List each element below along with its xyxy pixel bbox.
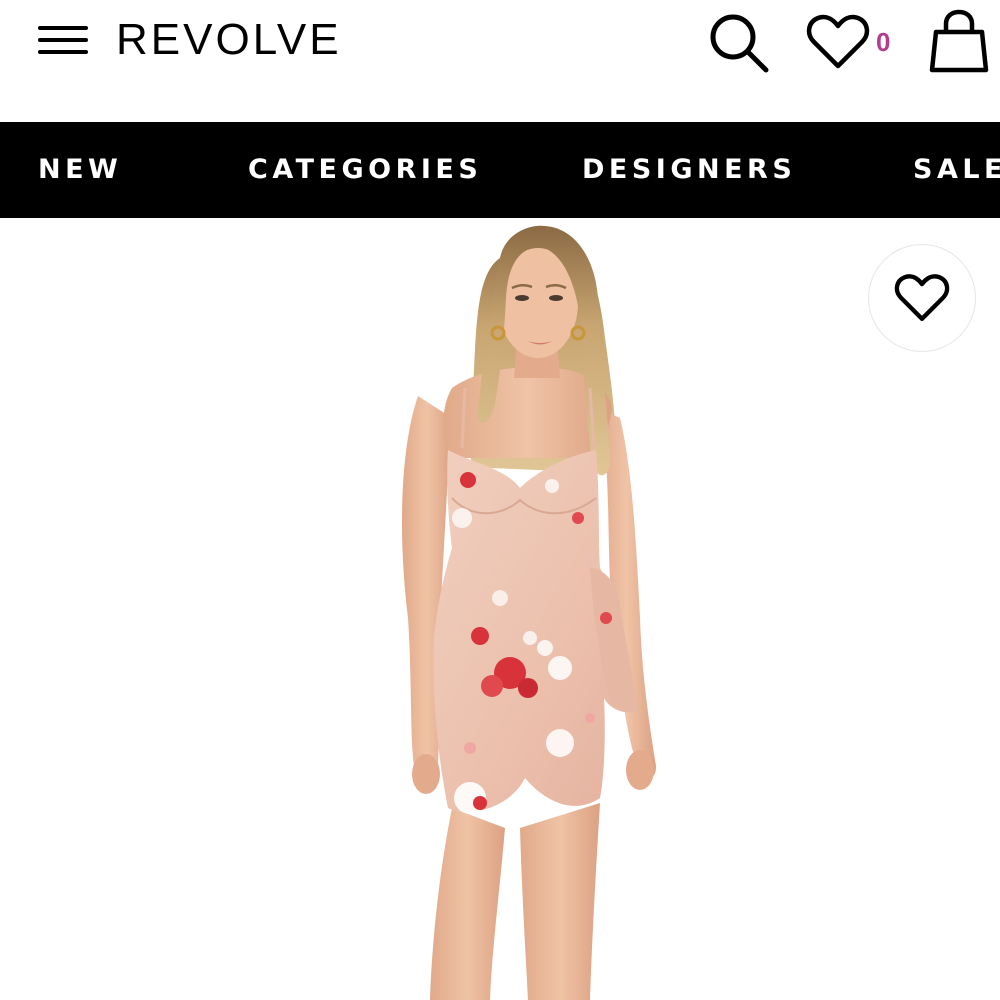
menu-button[interactable] (36, 22, 90, 58)
product-photo[interactable] (0, 218, 1000, 1000)
wishlist-button[interactable] (806, 12, 870, 72)
app-root: REVOLVE 0 NEW CATEGORIES DESIGNERS SALE (0, 0, 1000, 1000)
search-button[interactable] (706, 10, 772, 76)
shopping-bag-button[interactable] (926, 8, 992, 74)
search-icon (710, 14, 769, 73)
top-header: REVOLVE 0 (0, 0, 1000, 122)
nav-item-designers[interactable]: DESIGNERS (582, 122, 796, 218)
hamburger-menu-icon (38, 26, 88, 54)
favorite-button[interactable] (868, 244, 976, 352)
nav-item-categories[interactable]: CATEGORIES (248, 122, 482, 218)
shopping-bag-icon (929, 9, 989, 73)
wishlist-count-badge: 0 (876, 27, 891, 57)
heart-outline-icon (894, 274, 950, 321)
category-nav-bar: NEW CATEGORIES DESIGNERS SALE (0, 122, 1000, 218)
brand-logo[interactable]: REVOLVE (116, 10, 342, 70)
nav-item-sale[interactable]: SALE (913, 122, 1000, 218)
product-image-area (0, 218, 1000, 1000)
heart-outline-icon (806, 14, 870, 69)
nav-item-new[interactable]: NEW (38, 122, 122, 218)
